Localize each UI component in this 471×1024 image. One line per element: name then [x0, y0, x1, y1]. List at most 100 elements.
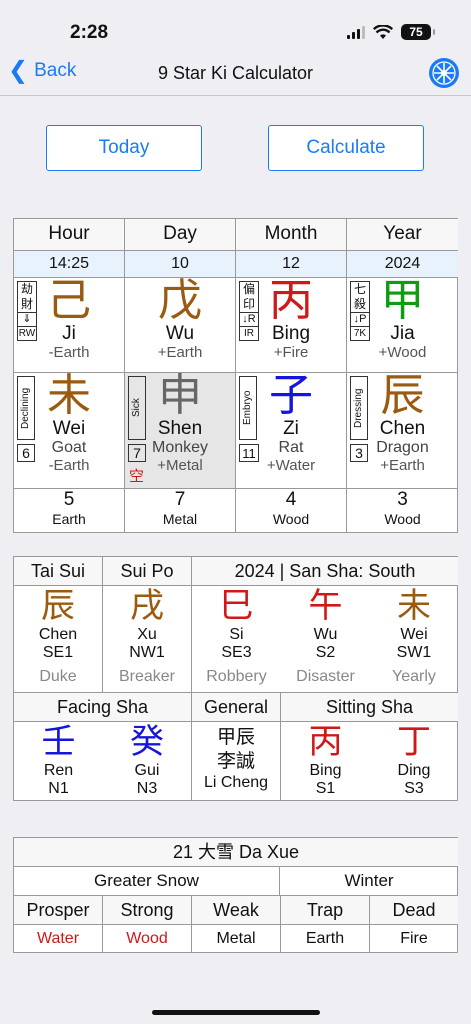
month-branch: Embryo 11 子 Zi Rat +Water — [236, 373, 347, 489]
general-stem-branch: 甲辰 — [216, 727, 255, 748]
sha-char: 癸 — [130, 722, 164, 762]
sha-char: 戌 — [130, 586, 164, 626]
sha-label: Disaster — [296, 668, 355, 685]
relation-arrow: ↓P — [353, 313, 367, 325]
month-stem: 偏印 ↓R IR 丙 Bing +Fire — [236, 278, 347, 373]
general-name: Li Cheng — [203, 774, 269, 791]
sha-direction: SE1 — [42, 644, 74, 661]
year-value: 2024 — [347, 251, 458, 278]
day-stem: 戊 Wu +Earth — [125, 278, 236, 373]
sha-char: 壬 — [41, 722, 76, 762]
tai-sui-header: Tai Sui — [14, 557, 103, 586]
phase-weak: Weak — [192, 896, 281, 925]
phase-dead: Dead — [370, 896, 458, 925]
season-name: Winter — [280, 867, 458, 896]
wifi-icon — [373, 24, 393, 39]
san-sha-yearly: 未 Wei SW1 Yearly — [370, 586, 458, 693]
sha-pinyin: Xu — [137, 626, 157, 643]
phase-trap: Trap — [281, 896, 370, 925]
sha-pinyin: Ren — [43, 762, 74, 779]
hour-stem: 劫財 ⇓ RW 己 Ji -Earth — [14, 278, 125, 373]
stem-element: +Earth — [157, 344, 203, 361]
sha-label: Breaker — [118, 668, 176, 685]
star-element: Wood — [272, 511, 310, 527]
sitting-sha-1: 丙 Bing S1 — [281, 722, 370, 801]
year-header: Year — [347, 219, 458, 251]
day-branch: Sick 7 空 申 Shen Monkey +Metal — [125, 373, 236, 489]
hour-branch: Declining 6 未 Wei Goat -Earth — [14, 373, 125, 489]
hour-star: 5 Earth — [14, 489, 125, 533]
stage-number: 6 — [17, 444, 35, 462]
star-element: Earth — [52, 511, 86, 527]
sui-po-cell: 戌 Xu NW1 Breaker — [103, 586, 192, 693]
san-sha-disaster: 午 Wu S2 Disaster — [281, 586, 370, 693]
month-value: 12 — [236, 251, 347, 278]
star-element: Metal — [162, 511, 198, 527]
stem-pinyin: Wu — [165, 323, 195, 344]
month-header: Month — [236, 219, 347, 251]
sha-pinyin: Bing — [309, 762, 342, 779]
phase-prosper: Prosper — [14, 896, 103, 925]
sui-po-header: Sui Po — [103, 557, 192, 586]
solar-term-title: 21 大雪 Da Xue — [14, 838, 458, 867]
facing-sha-1: 壬 Ren N1 — [14, 722, 103, 801]
sitting-sha-2: 丁 Ding S3 — [370, 722, 458, 801]
sha-pinyin: Chen — [38, 626, 78, 643]
sha-char: 辰 — [41, 586, 75, 626]
settings-wheel-icon[interactable] — [429, 58, 459, 88]
sha-direction: NW1 — [129, 644, 165, 661]
calculate-button[interactable]: Calculate — [268, 125, 424, 171]
ten-god-code: 7K — [351, 326, 369, 340]
status-bar: 2:28 75 — [0, 0, 471, 50]
san-sha-robbery: 巳 Si SE3 Robbery — [192, 586, 281, 693]
life-stage-label: Dressing — [350, 376, 368, 440]
sha-pinyin: Gui — [134, 762, 160, 779]
sha-pinyin: Wu — [313, 626, 338, 643]
month-star: 4 Wood — [236, 489, 347, 533]
home-indicator — [152, 1010, 320, 1015]
stage-number: 11 — [239, 444, 259, 462]
year-stem: 七殺 ↓P 7K 甲 Jia +Wood — [347, 278, 458, 373]
void-mark: 空 — [129, 468, 145, 485]
prosper-element: Water — [14, 925, 103, 953]
sha-table: Tai Sui Sui Po 2024 | San Sha: South 辰 C… — [13, 556, 458, 801]
sha-pinyin: Si — [229, 626, 244, 643]
relation-arrow: ↓R — [242, 313, 256, 325]
stem-char: 戊 — [158, 278, 202, 326]
sha-char: 丁 — [397, 722, 431, 762]
trap-element: Earth — [281, 925, 370, 953]
hour-header: Hour — [14, 219, 125, 251]
general-header: General — [192, 693, 281, 722]
year-star: 3 Wood — [347, 489, 458, 533]
ten-god-tag: 偏印 — [240, 282, 258, 313]
sha-direction: SW1 — [396, 644, 432, 661]
facing-sha-2: 癸 Gui N3 — [103, 722, 192, 801]
star-number: 4 — [285, 489, 297, 510]
phase-strong: Strong — [103, 896, 192, 925]
today-button[interactable]: Today — [46, 125, 202, 171]
strong-element: Wood — [103, 925, 192, 953]
sha-direction: S2 — [315, 644, 336, 661]
status-time: 2:28 — [70, 22, 109, 43]
sha-char: 丙 — [308, 722, 343, 762]
star-number: 7 — [174, 489, 186, 510]
weak-element: Metal — [192, 925, 281, 953]
sha-direction: S3 — [404, 780, 424, 797]
ten-god-code: RW — [18, 326, 36, 339]
solar-term-table: 21 大雪 Da Xue Greater Snow Winter Prosper… — [13, 837, 458, 953]
stem-element: +Fire — [273, 344, 309, 361]
day-header: Day — [125, 219, 236, 251]
life-stage-label: Declining — [17, 376, 35, 440]
sha-label: Duke — [39, 668, 77, 685]
sha-pinyin: Wei — [400, 626, 428, 643]
ten-god-tag: 七殺 — [351, 282, 369, 313]
stem-element: +Wood — [378, 344, 427, 361]
sha-direction: SE3 — [221, 644, 252, 661]
cellular-signal-icon — [347, 25, 365, 39]
sha-char: 午 — [308, 586, 343, 626]
sha-char: 未 — [397, 586, 431, 626]
sha-direction: N1 — [48, 780, 69, 797]
hour-value: 14:25 — [14, 251, 125, 278]
sha-direction: N3 — [136, 780, 158, 797]
sha-char: 巳 — [219, 586, 254, 626]
